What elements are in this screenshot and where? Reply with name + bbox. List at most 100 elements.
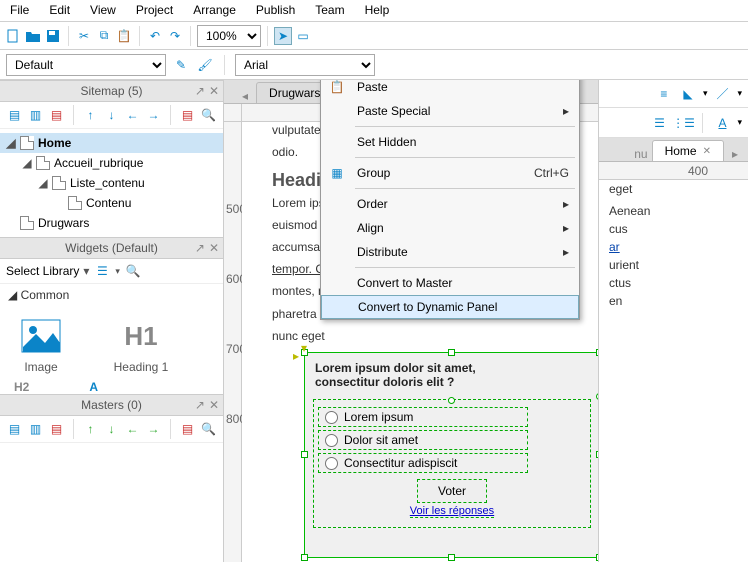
widgets-toolbar: Select Library▾ ☰▾ 🔍 [0, 259, 223, 284]
save-icon[interactable] [44, 27, 62, 45]
see-answers-link[interactable]: Voir les réponses [410, 505, 494, 518]
marquee-icon[interactable]: ▭ [294, 27, 312, 45]
add-master-icon[interactable]: ▤ [6, 420, 23, 438]
menu-edit[interactable]: Edit [39, 0, 80, 21]
widget-group[interactable]: ◢ Common [0, 284, 223, 306]
page-accueil_rubrique[interactable]: ◢Accueil_rubrique [0, 153, 223, 173]
move-up-icon[interactable]: ↑ [82, 420, 99, 438]
right-panel: ≡ ◣▾ ／▾ ☰ ⋮☰ A▾ nu Home✕ ▸ 400 egetAenea… [598, 80, 748, 562]
zoom-select[interactable]: 100% [197, 25, 261, 47]
open-icon[interactable] [24, 27, 42, 45]
widgets-body: Image H1 Heading 1 [0, 306, 223, 380]
bucket-icon[interactable]: ◣ [679, 85, 697, 103]
align-center-icon[interactable]: ≡ [655, 85, 673, 103]
tab-prev-icon[interactable]: nu [630, 147, 651, 161]
menubar: FileEditViewProjectArrangePublishTeamHel… [0, 0, 748, 22]
ctx-convert-to-master[interactable]: Convert to Master [321, 271, 579, 295]
page-home[interactable]: ◢Home [0, 133, 223, 153]
widget-image[interactable]: Image [6, 312, 76, 374]
undo-icon[interactable]: ↶ [146, 27, 164, 45]
ctx-set-hidden[interactable]: Set Hidden [321, 130, 579, 154]
view-mode-icon[interactable]: ☰ [93, 262, 111, 280]
menu-publish[interactable]: Publish [246, 0, 305, 21]
search-icon[interactable]: 🔍 [200, 106, 217, 124]
widget-link[interactable]: A [89, 380, 98, 394]
ctx-align[interactable]: Align [321, 216, 579, 240]
pointer-icon[interactable]: ➤ [274, 27, 292, 45]
menu-view[interactable]: View [80, 0, 126, 21]
toolbar-row2: Default ✎ 🖌 Arial [0, 50, 748, 80]
add-child-icon[interactable]: ▥ [27, 106, 44, 124]
masters-toolbar: ▤ ▥ ▤ ↑ ↓ ← → ▤ 🔍 [0, 416, 223, 443]
move-down-icon[interactable]: ↓ [103, 420, 120, 438]
close-icon[interactable]: ✕ [209, 398, 219, 412]
pop-icon[interactable]: ↗ [195, 241, 205, 255]
outdent-icon[interactable]: ← [124, 106, 141, 124]
add-master2-icon[interactable]: ▥ [27, 420, 44, 438]
ctx-paste[interactable]: 📋Paste [321, 80, 579, 99]
brush-icon[interactable]: 🖌 [196, 56, 214, 74]
copy-icon[interactable]: ⧉ [95, 27, 113, 45]
del-master-icon[interactable]: ▤ [48, 420, 65, 438]
page-drugwars[interactable]: Drugwars [0, 213, 223, 233]
list-icon[interactable]: ☰ [650, 114, 668, 132]
tab-home[interactable]: Home✕ [652, 140, 724, 161]
masters-title: Masters (0) [81, 398, 142, 412]
del-icon[interactable]: ▤ [179, 106, 196, 124]
widget-h2[interactable]: H2 [14, 380, 29, 394]
selected-group[interactable]: Lorem ipsum dolor sit amet, consectitur … [304, 352, 598, 558]
fontcolor-icon[interactable]: A [713, 114, 731, 132]
page-liste_contenu[interactable]: ◢Liste_contenu [0, 173, 223, 193]
library-dropdown[interactable]: Select Library [6, 264, 79, 278]
page-contenu[interactable]: Contenu [0, 193, 223, 213]
close-icon[interactable]: ✕ [209, 84, 219, 98]
menu-help[interactable]: Help [355, 0, 400, 21]
redo-icon[interactable]: ↷ [166, 27, 184, 45]
menu-arrange[interactable]: Arrange [183, 0, 246, 21]
menu-project[interactable]: Project [126, 0, 183, 21]
pop-icon[interactable]: ↗ [195, 84, 205, 98]
move-up-icon[interactable]: ↑ [82, 106, 99, 124]
style-select[interactable]: Default [6, 54, 166, 76]
eyedropper-icon[interactable]: ✎ [172, 56, 190, 74]
delete-page-icon[interactable]: ▤ [48, 106, 65, 124]
left-panels: Sitemap (5) ↗ ✕ ▤ ▥ ▤ ↑ ↓ ← → ▤ 🔍 ◢Home◢A… [0, 80, 224, 562]
sitemap-title: Sitemap (5) [80, 84, 142, 98]
sitemap-header: Sitemap (5) ↗ ✕ [0, 80, 223, 102]
search-icon[interactable]: 🔍 [200, 420, 217, 438]
search-icon[interactable]: 🔍 [124, 262, 142, 280]
close-icon[interactable]: ✕ [209, 241, 219, 255]
ctx-group[interactable]: ▦GroupCtrl+G [321, 161, 579, 185]
prev-tab-icon[interactable]: ◂ [234, 89, 256, 103]
tab-next-icon[interactable]: ▸ [728, 147, 742, 161]
ctx-order[interactable]: Order [321, 192, 579, 216]
poll-option-2[interactable]: Dolor sit amet [318, 430, 528, 450]
widgets-title: Widgets (Default) [65, 241, 158, 255]
vote-button[interactable]: Voter [417, 479, 487, 503]
move-down-icon[interactable]: ↓ [103, 106, 120, 124]
menu-team[interactable]: Team [305, 0, 354, 21]
new-icon[interactable] [4, 27, 22, 45]
menu-file[interactable]: File [0, 0, 39, 21]
pop-icon[interactable]: ↗ [195, 398, 205, 412]
font-select[interactable]: Arial [235, 54, 375, 76]
line-icon[interactable]: ／ [713, 85, 731, 103]
widgets-header: Widgets (Default) ↗ ✕ [0, 237, 223, 259]
poll-option-1[interactable]: Lorem ipsum [318, 407, 528, 427]
add-page-icon[interactable]: ▤ [6, 106, 23, 124]
ctx-distribute[interactable]: Distribute [321, 240, 579, 264]
poll-option-3[interactable]: Consectitur adispiscit [318, 453, 528, 473]
indent-icon[interactable]: → [145, 106, 162, 124]
ctx-convert-to-dynamic-panel[interactable]: Convert to Dynamic Panel [321, 295, 579, 319]
masters-header: Masters (0) ↗ ✕ [0, 394, 223, 416]
bullets-icon[interactable]: ⋮☰ [674, 114, 692, 132]
right-text: egetAeneancusarurientctusen [599, 180, 748, 310]
del2-icon[interactable]: ▤ [179, 420, 196, 438]
widget-heading1[interactable]: H1 Heading 1 [106, 312, 176, 374]
cut-icon[interactable]: ✂ [75, 27, 93, 45]
close-tab-icon[interactable]: ✕ [703, 146, 711, 157]
outdent-icon[interactable]: ← [124, 420, 141, 438]
indent-icon[interactable]: → [145, 420, 162, 438]
paste-icon[interactable]: 📋 [115, 27, 133, 45]
ctx-paste-special[interactable]: Paste Special [321, 99, 579, 123]
